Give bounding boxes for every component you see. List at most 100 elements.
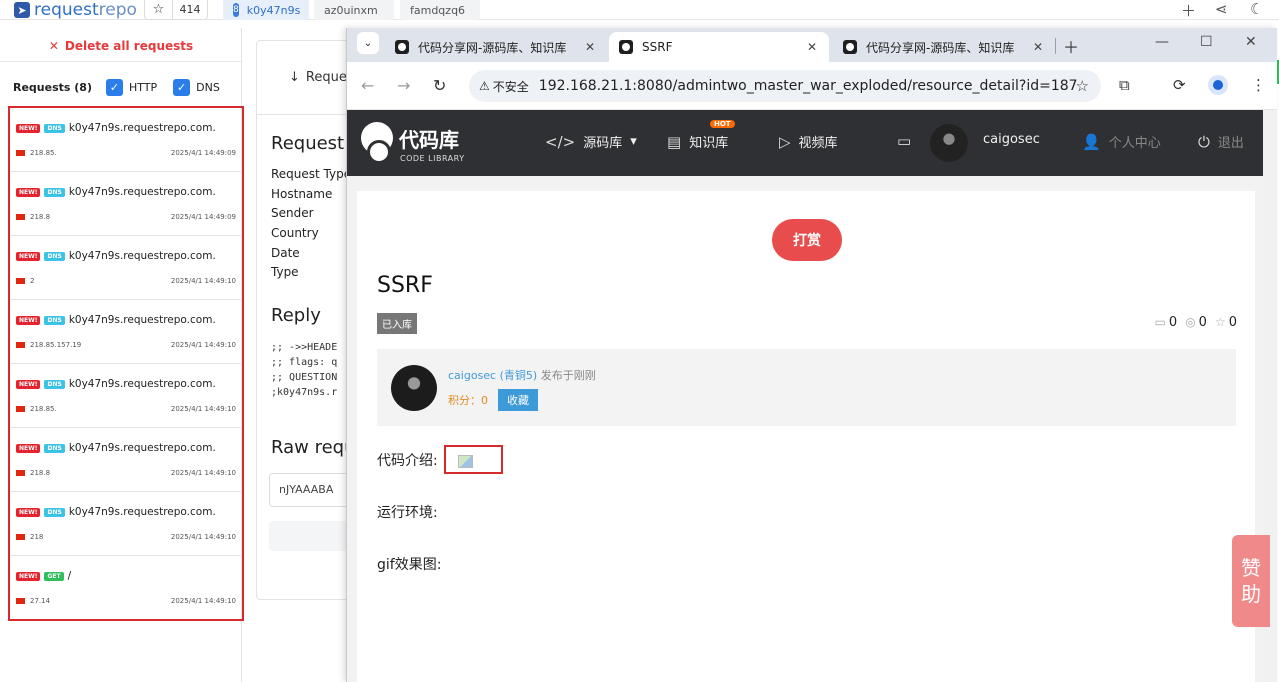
reply-heading: Reply xyxy=(271,305,321,326)
nav-username[interactable]: caigosec xyxy=(983,132,1040,147)
request-host: k0y47n9s.requestrepo.com. xyxy=(68,122,216,134)
back-arrow-icon[interactable]: ← xyxy=(361,76,374,95)
kv-label: Date xyxy=(271,246,300,260)
request-info-heading: Request I xyxy=(271,133,356,154)
request-list-item[interactable]: NEW! DNS k0y47n9s.requestrepo.com. 218.85. 2… xyxy=(10,108,242,172)
address-bar[interactable]: ⚠ 不安全 192.168.21.1:8080/admintwo_master_w… xyxy=(469,70,1101,102)
nav-label: 知识库 xyxy=(689,136,729,151)
request-list-item[interactable]: NEW! DNS k0y47n9s.requestrepo.com. 218.85. 2… xyxy=(10,364,242,428)
subdomain-tab-active[interactable]: 8 k0y47n9s xyxy=(223,0,309,20)
folder-icon[interactable]: ▭ xyxy=(897,132,911,150)
dns-label: DNS xyxy=(196,80,220,94)
http-checkbox[interactable]: ✓ xyxy=(106,78,123,96)
site-name[interactable]: 代码库 xyxy=(399,124,459,153)
post-stats: ▭ 0 ◎ 0 ☆ 0 xyxy=(1155,315,1237,330)
browser-tab[interactable]: 代码分享网-源码库、知识库 ✕ xyxy=(833,32,1055,62)
new-tab-plus-icon[interactable]: ＋ xyxy=(1063,34,1079,58)
site-navbar: 代码库 CODE LIBRARY </> 源码库 ▾ ▤ 知识库 HOT ▷ 视… xyxy=(347,110,1263,176)
comments-stat[interactable]: ▭ 0 xyxy=(1155,315,1178,330)
delete-all-button[interactable]: ✕ Delete all requests xyxy=(0,36,242,62)
plus-icon[interactable]: ＋ xyxy=(1181,0,1196,21)
site-favicon-icon xyxy=(395,40,409,54)
nav-personal-center[interactable]: 👤 个人中心 xyxy=(1082,132,1161,152)
url-text[interactable]: 192.168.21.1:8080/admintwo_master_war_ex… xyxy=(539,78,1078,94)
requests-count-label: Requests (8) xyxy=(13,80,92,94)
reward-button[interactable]: 打赏 xyxy=(772,219,842,261)
moon-icon[interactable]: ☾ xyxy=(1250,0,1263,18)
request-type-badge: DNS xyxy=(44,315,65,325)
sponsor-button[interactable]: 赞 助 xyxy=(1232,535,1270,627)
request-list-item[interactable]: NEW! DNS k0y47n9s.requestrepo.com. 2 2025/4/… xyxy=(10,236,242,300)
user-avatar[interactable] xyxy=(930,124,968,162)
request-time: 2025/4/1 14:49:10 xyxy=(170,533,236,541)
reply-line: ;; flags: q xyxy=(271,357,338,368)
requestrepo-sidebar: ✕ Delete all requests Requests (8) ✓ HTT… xyxy=(0,28,244,682)
hot-badge: HOT xyxy=(710,120,735,128)
kv-label: Hostname xyxy=(271,187,333,201)
new-badge: NEW! xyxy=(16,443,41,453)
github-star-button[interactable]: ☆ 414 xyxy=(144,0,208,20)
logo-text-repo: repo xyxy=(98,0,137,20)
not-secure-indicator[interactable]: ⚠ 不安全 xyxy=(479,78,529,95)
tab-label: az0uinxm xyxy=(324,3,378,17)
site-logo-icon[interactable] xyxy=(359,118,399,166)
extensions-puzzle-icon[interactable]: ⧉ xyxy=(1119,76,1130,94)
power-icon: ⏻ xyxy=(1198,132,1210,151)
close-tab-icon[interactable]: ✕ xyxy=(1033,40,1043,54)
new-badge: NEW! xyxy=(16,251,41,261)
reply-line: ;k0y47n9s.r xyxy=(271,387,338,398)
request-tab-label: Reque xyxy=(305,70,347,85)
request-list-item[interactable]: NEW! DNS k0y47n9s.requestrepo.com. 218.8 202… xyxy=(10,172,242,236)
close-window-icon[interactable]: ✕ xyxy=(1245,34,1257,50)
browser-tab[interactable]: 代码分享网-源码库、知识库 ✕ xyxy=(385,32,607,62)
request-time: 2025/4/1 14:49:09 xyxy=(170,149,236,157)
bookmark-star-icon[interactable]: ☆ xyxy=(1076,77,1089,95)
nav-label: 源码库 xyxy=(583,136,623,151)
author-name[interactable]: caigosec xyxy=(448,369,496,382)
close-tab-icon[interactable]: ✕ xyxy=(807,40,817,54)
menu-kebab-icon[interactable]: ⋮ xyxy=(1251,76,1266,94)
posted-time: 发布于刚刚 xyxy=(540,369,596,382)
tab-title: 代码分享网-源码库、知识库 xyxy=(866,40,1015,55)
favorite-button[interactable]: 收藏 xyxy=(498,389,538,411)
subdomain-tab[interactable]: famdqzq6 xyxy=(400,0,480,20)
request-list-item[interactable]: NEW! DNS k0y47n9s.requestrepo.com. 218.85.1… xyxy=(10,300,242,364)
request-tab[interactable]: ↓ Reque xyxy=(257,41,357,115)
profile-avatar-icon[interactable] xyxy=(1208,75,1228,95)
sponsor-char: 赞 xyxy=(1241,556,1261,580)
coins-stat[interactable]: ◎ 0 xyxy=(1185,315,1207,330)
browser-window: ⌄ 代码分享网-源码库、知识库 ✕ SSRF ✕ 代码分享网-源码库、知识库 ✕… xyxy=(346,28,1277,682)
dns-checkbox[interactable]: ✓ xyxy=(173,78,191,96)
nav-knowledge-library[interactable]: ▤ 知识库 xyxy=(667,132,729,152)
chevron-down-icon: ⌄ xyxy=(363,37,373,49)
code-icon: </> xyxy=(545,132,576,151)
delete-all-label: Delete all requests xyxy=(64,38,194,53)
nav-video-library[interactable]: ▷ 视频库 xyxy=(779,132,838,152)
forward-arrow-icon[interactable]: → xyxy=(397,76,410,95)
share-icon[interactable]: ⋖ xyxy=(1215,0,1228,18)
request-list-item[interactable]: NEW! GET/ 27.14 2025/4/1 14:49:10 xyxy=(10,556,242,620)
minimize-icon[interactable]: — xyxy=(1155,34,1169,50)
favorites-stat[interactable]: ☆ 0 xyxy=(1215,315,1237,330)
page-content: 代码库 CODE LIBRARY </> 源码库 ▾ ▤ 知识库 HOT ▷ 视… xyxy=(347,110,1277,682)
reload-icon[interactable]: ↻ xyxy=(433,76,446,95)
author-avatar[interactable] xyxy=(391,365,437,411)
tab-search-button[interactable]: ⌄ xyxy=(357,32,379,54)
nav-logout[interactable]: ⏻ 退出 xyxy=(1198,132,1244,152)
maximize-icon[interactable]: ☐ xyxy=(1200,34,1213,50)
request-list-item[interactable]: NEW! DNS k0y47n9s.requestrepo.com. 218.8 202… xyxy=(10,428,242,492)
browser-tab-active[interactable]: SSRF ✕ xyxy=(609,32,829,62)
request-list-item[interactable]: NEW! DNS k0y47n9s.requestrepo.com. 218 2025/… xyxy=(10,492,242,556)
caret-down-icon: ▾ xyxy=(630,134,637,149)
requestrepo-logo[interactable]: ➤ requestrepo xyxy=(14,0,137,20)
warning-triangle-icon: ⚠ xyxy=(479,79,490,93)
close-tab-icon[interactable]: ✕ xyxy=(585,40,595,54)
request-ip: 218.8 xyxy=(30,213,51,221)
request-ip: 218.8 xyxy=(30,469,51,477)
subdomain-tab[interactable]: az0uinxm xyxy=(314,0,394,20)
requestrepo-topbar: ➤ requestrepo ☆ 414 8 k0y47n9s az0uinxm … xyxy=(0,0,1279,20)
performance-icon[interactable]: ⟳ xyxy=(1173,76,1186,94)
nav-source-library[interactable]: </> 源码库 ▾ xyxy=(545,132,637,152)
author-level: (青铜5) xyxy=(499,369,538,382)
request-type-badge: DNS xyxy=(44,443,65,453)
